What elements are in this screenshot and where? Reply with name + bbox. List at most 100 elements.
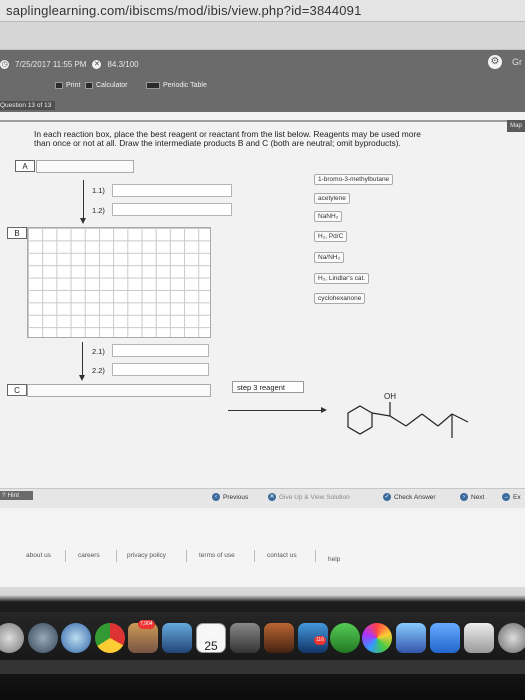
bond xyxy=(405,413,423,427)
step-1-1-label: 1.1) xyxy=(92,186,105,195)
drawing-canvas-b[interactable] xyxy=(27,227,211,338)
check-icon: ✓ xyxy=(383,493,391,501)
next-label: Next xyxy=(471,493,485,501)
footer-link-careers[interactable]: careers xyxy=(78,552,100,559)
product-molecule-structure: OH xyxy=(347,392,469,438)
cyclohexane-ring xyxy=(347,405,373,435)
score: 84.3/100 xyxy=(107,60,139,69)
divider xyxy=(116,550,117,562)
bond xyxy=(437,413,453,427)
reagent-h2-pd-c[interactable]: H₂, Pd/C xyxy=(314,231,348,242)
calendar-day: 25 xyxy=(204,639,218,653)
hint-label: Hint xyxy=(7,492,19,499)
url-text: saplinglearning.com/ibiscms/mod/ibis/vie… xyxy=(6,3,362,18)
chrome-icon[interactable] xyxy=(95,623,125,653)
step-1-1-input[interactable] xyxy=(112,184,232,197)
preview-icon[interactable] xyxy=(396,623,426,653)
preferences-icon[interactable] xyxy=(464,623,494,653)
footer-link-about-us[interactable]: about us xyxy=(26,552,51,559)
calculator-label: Calculator xyxy=(96,82,128,89)
divider xyxy=(254,550,255,562)
assignment-header: ◷ 7/25/2017 11:55 PM ✕ 84.3/100 ⚙ Gr Pri… xyxy=(0,50,525,112)
calculator-tool[interactable]: Calculator xyxy=(85,82,128,89)
give-up-label: Give Up & View Solution xyxy=(279,493,350,501)
page-footer: about us careers privacy policy terms of… xyxy=(0,512,525,587)
step-2-1-input[interactable] xyxy=(112,344,209,357)
app-store-icon[interactable] xyxy=(162,623,192,653)
close-circle-icon: ✕ xyxy=(92,60,102,69)
previous-button[interactable]: ‹ Previous xyxy=(212,493,248,501)
messages-icon[interactable] xyxy=(330,623,360,653)
step-2-2-input[interactable] xyxy=(112,363,209,376)
reaction-arrow-1 xyxy=(80,180,86,224)
divider xyxy=(186,550,187,562)
navigation-bar: ? Hint ‹ Previous ✕ Give Up & View Solut… xyxy=(0,488,525,508)
next-button[interactable]: › Next xyxy=(460,493,484,501)
previous-label: Previous xyxy=(223,493,249,501)
footer-link-contact-us[interactable]: contact us xyxy=(267,552,297,559)
terminal-icon[interactable] xyxy=(230,623,260,653)
reagent-acetylene[interactable]: acetylene xyxy=(314,193,350,204)
reagent-h2-lindlar[interactable]: H₂, Lindlar's cat. xyxy=(314,273,370,284)
bond xyxy=(389,415,407,427)
step-3-reagent-input[interactable]: step 3 reagent xyxy=(232,381,304,393)
instructions-line-2: than once or not at all. Draw the interm… xyxy=(34,138,401,148)
printer-icon xyxy=(55,82,63,89)
exit-label: Ex xyxy=(513,493,521,501)
launchpad-rocket-icon[interactable] xyxy=(28,623,58,653)
divider xyxy=(0,120,525,122)
step-1-2-input[interactable] xyxy=(112,203,232,216)
periodic-table-tool[interactable]: Periodic Table xyxy=(146,82,207,89)
box-a-label: A xyxy=(15,160,35,172)
screenshot: saplinglearning.com/ibiscms/mod/ibis/vie… xyxy=(0,0,525,700)
reaction-arrow-3 xyxy=(228,407,327,413)
check-answer-button[interactable]: ✓ Check Answer xyxy=(383,493,436,501)
bond xyxy=(371,412,391,417)
safari-compass-icon[interactable] xyxy=(61,623,91,653)
step-1-2-label: 1.2) xyxy=(92,206,105,215)
previous-icon: ‹ xyxy=(212,493,220,501)
datetime: 7/25/2017 11:55 PM xyxy=(15,60,87,69)
instructions: In each reaction box, place the best rea… xyxy=(34,130,524,148)
gear-icon[interactable]: ⚙ xyxy=(488,55,502,69)
box-c-label: C xyxy=(7,384,27,396)
bond xyxy=(421,413,439,427)
periodic-table-icon xyxy=(146,82,160,89)
print-tool[interactable]: Print xyxy=(55,82,80,89)
give-up-icon: ✕ xyxy=(268,493,276,501)
reagent-cyclohexanone[interactable]: cyclohexanone xyxy=(314,293,366,304)
check-answer-label: Check Answer xyxy=(394,493,436,501)
question-number: Question 13 of 13 xyxy=(0,101,56,110)
divider xyxy=(315,550,316,562)
utility-app-icon[interactable] xyxy=(264,623,294,653)
address-bar[interactable]: saplinglearning.com/ibiscms/mod/ibis/vie… xyxy=(0,0,525,22)
hint-button[interactable]: ? Hint xyxy=(0,491,33,500)
exit-icon: → xyxy=(502,493,510,501)
mail-badge: 116 xyxy=(314,636,326,645)
divider xyxy=(65,550,66,562)
system-clock-icon[interactable] xyxy=(498,623,525,653)
footer-link-help[interactable]: help xyxy=(328,556,340,563)
box-c-input[interactable] xyxy=(27,384,211,397)
reagent-na-nh3[interactable]: Na/NH₃ xyxy=(314,252,345,263)
oh-label: OH xyxy=(384,392,396,401)
clock-icon: ◷ xyxy=(0,60,9,69)
box-b-label: B xyxy=(7,227,27,239)
calculator-icon xyxy=(85,82,93,89)
exit-button[interactable]: → Ex xyxy=(502,493,521,501)
grade-label[interactable]: Gr xyxy=(512,57,522,67)
browser-toolbar-strip xyxy=(0,22,525,50)
next-icon: › xyxy=(460,493,468,501)
reagent-1-bromo-3-methylbutane[interactable]: 1-bromo-3-methylbutane xyxy=(314,174,394,185)
photos-badge: 7,904 xyxy=(138,620,155,629)
footer-link-privacy-policy[interactable]: privacy policy xyxy=(127,552,166,559)
question-icon: ? xyxy=(2,492,6,499)
bond xyxy=(451,413,469,423)
reagent-nanh2[interactable]: NaNH₂ xyxy=(314,211,343,222)
box-a-input[interactable] xyxy=(36,160,134,173)
footer-link-terms-of-use[interactable]: terms of use xyxy=(199,552,235,559)
give-up-button[interactable]: ✕ Give Up & View Solution xyxy=(268,493,350,501)
periodic-table-label: Periodic Table xyxy=(163,82,207,89)
color-wheel-icon[interactable] xyxy=(362,623,392,653)
numbers-chart-icon[interactable] xyxy=(430,623,460,653)
